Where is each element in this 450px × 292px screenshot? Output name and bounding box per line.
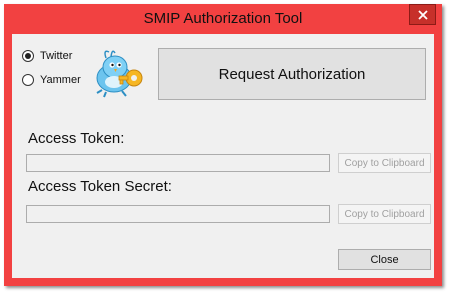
twitter-option[interactable]: Twitter [22,48,72,64]
dialog-body: Twitter Yammer Request Authorization Acc… [12,34,434,278]
twitter-label: Twitter [40,50,73,62]
twitter-radio[interactable] [22,50,34,62]
close-button[interactable]: Close [338,249,431,270]
app-window: SMIP Authorization Tool Twitter Yammer R… [4,4,442,286]
access-token-secret-label: Access Token Secret: [28,178,172,195]
access-token-field[interactable] [26,154,330,172]
yammer-option[interactable]: Yammer [22,72,81,88]
bird-with-key-icon [96,50,143,98]
access-token-secret-field[interactable] [26,205,330,223]
request-authorization-button[interactable]: Request Authorization [158,48,426,100]
yammer-label: Yammer [40,74,81,86]
window-close-button[interactable] [409,4,436,25]
access-token-label: Access Token: [28,130,125,147]
copy-access-token-secret-button[interactable]: Copy to Clipboard [338,204,431,224]
yammer-radio[interactable] [22,74,34,86]
copy-access-token-button[interactable]: Copy to Clipboard [338,153,431,173]
window-title: SMIP Authorization Tool [143,10,303,27]
title-bar[interactable]: SMIP Authorization Tool [4,4,442,34]
close-x-icon [418,10,428,20]
